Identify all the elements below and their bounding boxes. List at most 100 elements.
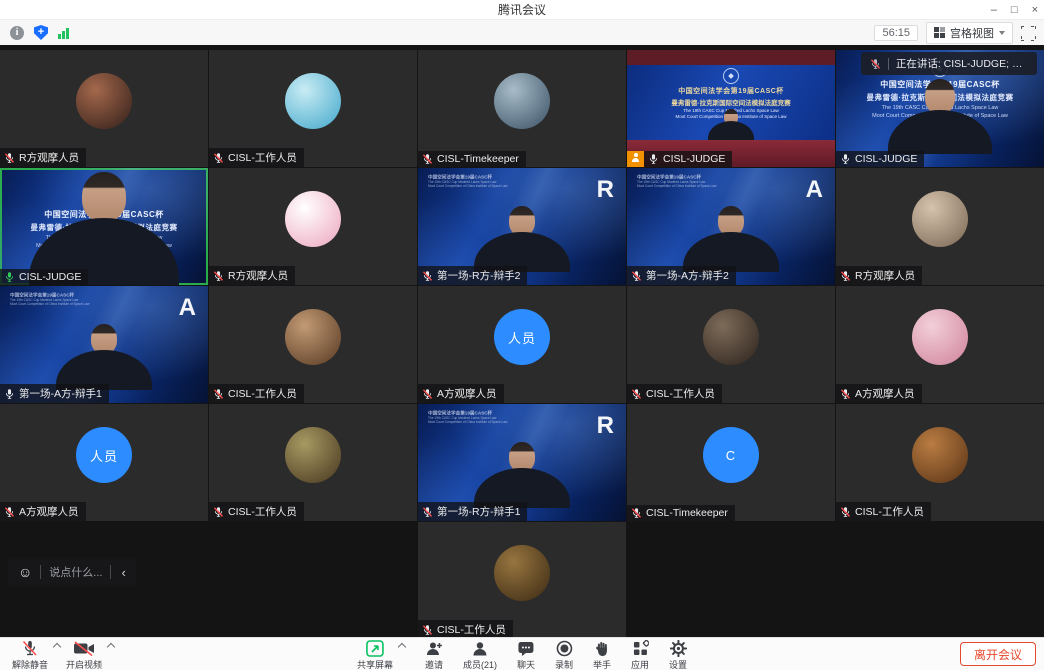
video-tile[interactable]: CISL-工作人员	[209, 404, 417, 521]
nameplate-row: CISL-Timekeeper	[627, 505, 735, 521]
invite-button[interactable]: 邀请	[423, 638, 445, 670]
participant-name: 第一场-A方-辩手2	[646, 268, 729, 283]
mic-speaking-icon	[4, 271, 15, 283]
meeting-toolbar: 解除静音 开启视频 共享屏幕	[0, 637, 1044, 670]
meeting-timer: 56:15	[874, 25, 918, 41]
participant-nameplate: 第一场-R方-辩手2	[418, 266, 527, 285]
mic-options-chevron[interactable]	[53, 643, 61, 651]
pink-portrait-avatar	[912, 309, 968, 365]
participant-nameplate: CISL-Timekeeper	[627, 505, 735, 521]
video-tile[interactable]: R方观摩人员	[209, 168, 417, 285]
nameplate-row: R方观摩人员	[0, 148, 86, 167]
video-tile[interactable]: R方观摩人员	[836, 168, 1044, 285]
nameplate-row: CISL-工作人员	[209, 148, 304, 167]
divider	[110, 565, 111, 579]
mic-muted-icon	[631, 270, 642, 282]
participant-name: A方观摩人员	[19, 504, 79, 519]
settings-button[interactable]: 设置	[667, 638, 689, 670]
chat-input[interactable]: 说点什么...	[49, 564, 102, 580]
chat-button[interactable]: 聊天	[515, 638, 537, 670]
share-screen-button[interactable]: 共享屏幕	[355, 638, 395, 670]
mic-muted-icon	[4, 506, 15, 518]
collapse-chatbar-icon[interactable]: ‹	[119, 565, 125, 580]
mic-muted-icon	[840, 270, 851, 282]
initials-avatar: 人员	[76, 427, 132, 483]
participant-nameplate: A方观摩人员	[418, 384, 504, 403]
video-tile[interactable]: CISL-工作人员	[418, 522, 626, 637]
apps-button[interactable]: 应用	[629, 638, 651, 670]
participant-nameplate: CISL-工作人员	[627, 384, 722, 403]
participant-nameplate: 第一场-A方-辩手2	[627, 266, 736, 285]
participant-name: CISL-Timekeeper	[437, 153, 519, 165]
mic-muted-icon	[631, 507, 642, 519]
video-tile[interactable]: 人员A方观摩人员	[418, 286, 626, 403]
participant-nameplate: CISL-工作人员	[209, 384, 304, 403]
mic-muted-icon	[840, 388, 851, 400]
video-tile[interactable]: R方观摩人员	[0, 50, 208, 167]
mic-muted-icon	[422, 624, 433, 636]
mic-muted-icon	[840, 506, 851, 518]
nameplate-row: CISL-JUDGE	[627, 151, 732, 167]
video-tile[interactable]: 人员 A方观摩人员	[0, 404, 208, 521]
team-letter-mark: A	[179, 294, 196, 322]
nameplate-row: R方观摩人员	[209, 266, 295, 285]
figurine-avatar	[494, 545, 550, 601]
close-button[interactable]: ×	[1032, 0, 1038, 20]
nameplate-row: 第一场-R方-辩手2	[418, 266, 527, 285]
start-video-button[interactable]: 开启视频	[64, 638, 104, 670]
mic-muted-icon	[870, 58, 881, 70]
participant-nameplate: CISL-Timekeeper	[418, 151, 526, 167]
video-tile[interactable]: A方观摩人员	[836, 286, 1044, 403]
share-options-chevron[interactable]	[398, 643, 406, 651]
video-tile[interactable]: 中国空间法学会第19届CASC杯The 19th CASC Cup Manfre…	[418, 404, 626, 521]
blurred-portrait-avatar	[912, 191, 968, 247]
network-signal-icon[interactable]	[58, 27, 69, 39]
video-tile[interactable]: 中国空间法学会第19届CASC杯曼弗雷德·拉克斯国际空间法模拟法庭竞赛The 1…	[0, 168, 208, 285]
team-letter-mark: A	[806, 176, 823, 204]
mic-muted-icon	[213, 388, 224, 400]
mic-muted-icon	[213, 152, 224, 164]
record-button[interactable]: 录制	[553, 638, 575, 670]
minimize-button[interactable]: –	[991, 0, 997, 20]
video-tile[interactable]: 中国空间法学会第19届CASC杯曼弗雷德·拉克斯国际空间法模拟法庭竞赛The 1…	[627, 50, 835, 167]
layout-view-button[interactable]: 宫格视图	[926, 22, 1013, 44]
video-grid: R方观摩人员CISL-工作人员CISL-Timekeeper中国空间法学会第19…	[0, 45, 1044, 637]
participant-name: A方观摩人员	[855, 386, 915, 401]
initials-avatar: C	[703, 427, 759, 483]
video-tile[interactable]: CISL-Timekeeper	[418, 50, 626, 167]
mic-muted-icon	[422, 388, 433, 400]
video-tile[interactable]: CISL-工作人员	[627, 286, 835, 403]
video-tile[interactable]: CISL-工作人员	[209, 286, 417, 403]
divider	[888, 58, 889, 70]
video-tile[interactable]: 中国空间法学会第19届CASC杯The 19th CASC Cup Manfre…	[418, 168, 626, 285]
participant-silhouette	[56, 324, 152, 390]
info-icon[interactable]: i	[10, 26, 24, 40]
video-options-chevron[interactable]	[107, 643, 115, 651]
video-tile[interactable]: 中国空间法学会第19届CASC杯The 19th CASC Cup Manfre…	[627, 168, 835, 285]
nameplate-row: 第一场-A方-辩手2	[627, 266, 736, 285]
raise-hand-button[interactable]: 举手	[591, 638, 613, 670]
team-letter-mark: R	[597, 412, 614, 440]
security-shield-icon[interactable]	[34, 25, 48, 40]
team-letter-mark: R	[597, 176, 614, 204]
smiley-icon[interactable]: ☺	[18, 565, 32, 579]
video-tile[interactable]: C CISL-Timekeeper	[627, 404, 835, 521]
participant-nameplate: R方观摩人员	[836, 266, 922, 285]
video-tile[interactable]: CISL-工作人员	[209, 50, 417, 167]
participant-silhouette	[474, 206, 570, 272]
leave-meeting-button[interactable]: 离开会议	[960, 642, 1036, 666]
nameplate-row: CISL-工作人员	[209, 384, 304, 403]
dim-figure-avatar	[703, 309, 759, 365]
participant-name: CISL-JUDGE	[19, 271, 81, 283]
fullscreen-icon[interactable]	[1021, 26, 1034, 39]
participant-nameplate: R方观摩人员	[209, 266, 295, 285]
dolphin-avatar	[285, 73, 341, 129]
maximize-button[interactable]: □	[1011, 0, 1018, 20]
unmute-button[interactable]: 解除静音	[10, 638, 50, 670]
cisl-emblem-icon	[723, 68, 739, 84]
speaking-toast: 正在讲话: CISL-JUDGE; 第一场...	[861, 52, 1037, 75]
video-tile[interactable]: 中国空间法学会第19届CASC杯The 19th CASC Cup Manfre…	[0, 286, 208, 403]
video-tile[interactable]: CISL-工作人员	[836, 404, 1044, 521]
outdoor-portrait-avatar	[285, 309, 341, 365]
members-button[interactable]: 成员(21)	[461, 638, 499, 670]
